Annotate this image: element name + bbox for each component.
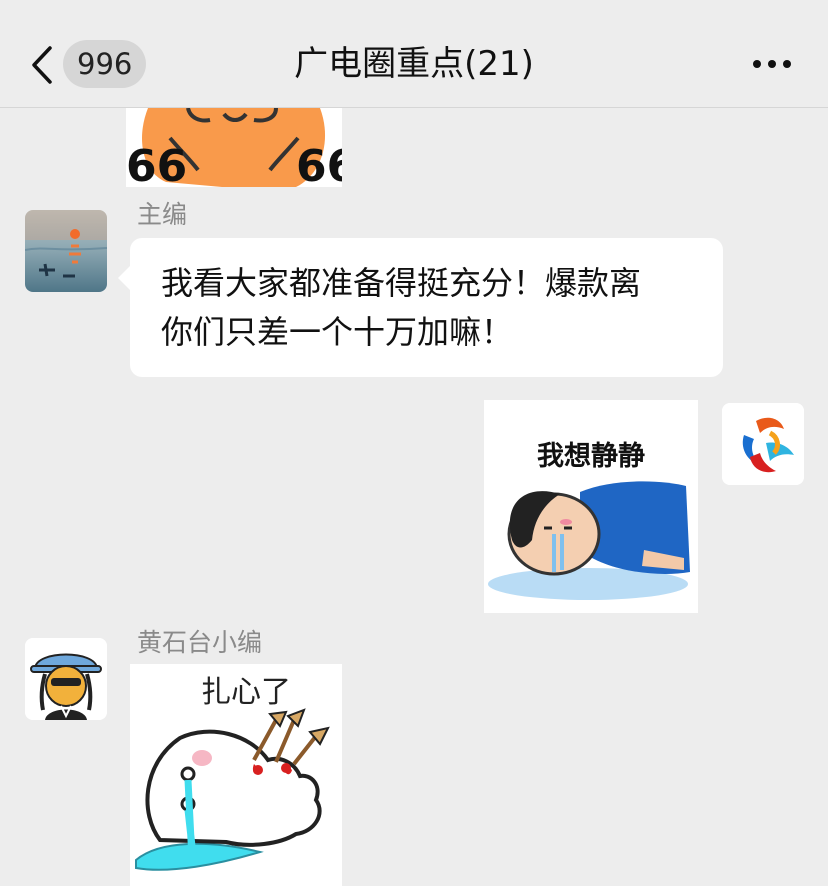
cartoon-hat-avatar[interactable]: [25, 638, 107, 720]
heart-broken-sticker[interactable]: 扎心了: [130, 664, 342, 886]
sender-name: 黄石台小编: [137, 628, 263, 657]
cartoon-hat-image: [25, 638, 107, 720]
sunrise-painting-avatar[interactable]: [25, 210, 107, 292]
svg-text:66: 66: [126, 141, 187, 187]
more-options-icon[interactable]: [750, 50, 794, 78]
chat-title: 广电圈重点(21): [294, 44, 534, 84]
sticker-caption: 扎心了: [201, 675, 291, 710]
text-message-bubble[interactable]: 我看大家都准备得挺充分！爆款离 你们只差一个十万加嘛！: [118, 238, 723, 377]
chat-header: 996 广电圈重点(21): [0, 0, 828, 108]
orange-cat-drawing: 66 66: [126, 108, 342, 187]
sticker-caption: 我想静静: [537, 441, 645, 472]
heart-broken-drawing: 扎心了: [130, 664, 342, 886]
message-text-line: 你们只差一个十万加嘛！: [161, 313, 514, 351]
sender-name: 主编: [137, 200, 188, 229]
colorful-logo-avatar[interactable]: [722, 403, 804, 485]
logo-image: [722, 403, 804, 485]
painting-image: [25, 210, 107, 292]
tired-boy-drawing: 我想静静: [484, 400, 698, 613]
message-list[interactable]: 66 66 主编 我看大家都准备得挺充分！爆款离 你们只差一个十万加嘛！ 我想静…: [0, 108, 828, 886]
message-text-line: 我看大家都准备得挺充分！爆款离: [161, 264, 642, 302]
svg-text:66: 66: [296, 141, 342, 187]
orange-cat-sticker[interactable]: 66 66: [126, 108, 342, 187]
tired-boy-sticker[interactable]: 我想静静: [484, 400, 698, 613]
